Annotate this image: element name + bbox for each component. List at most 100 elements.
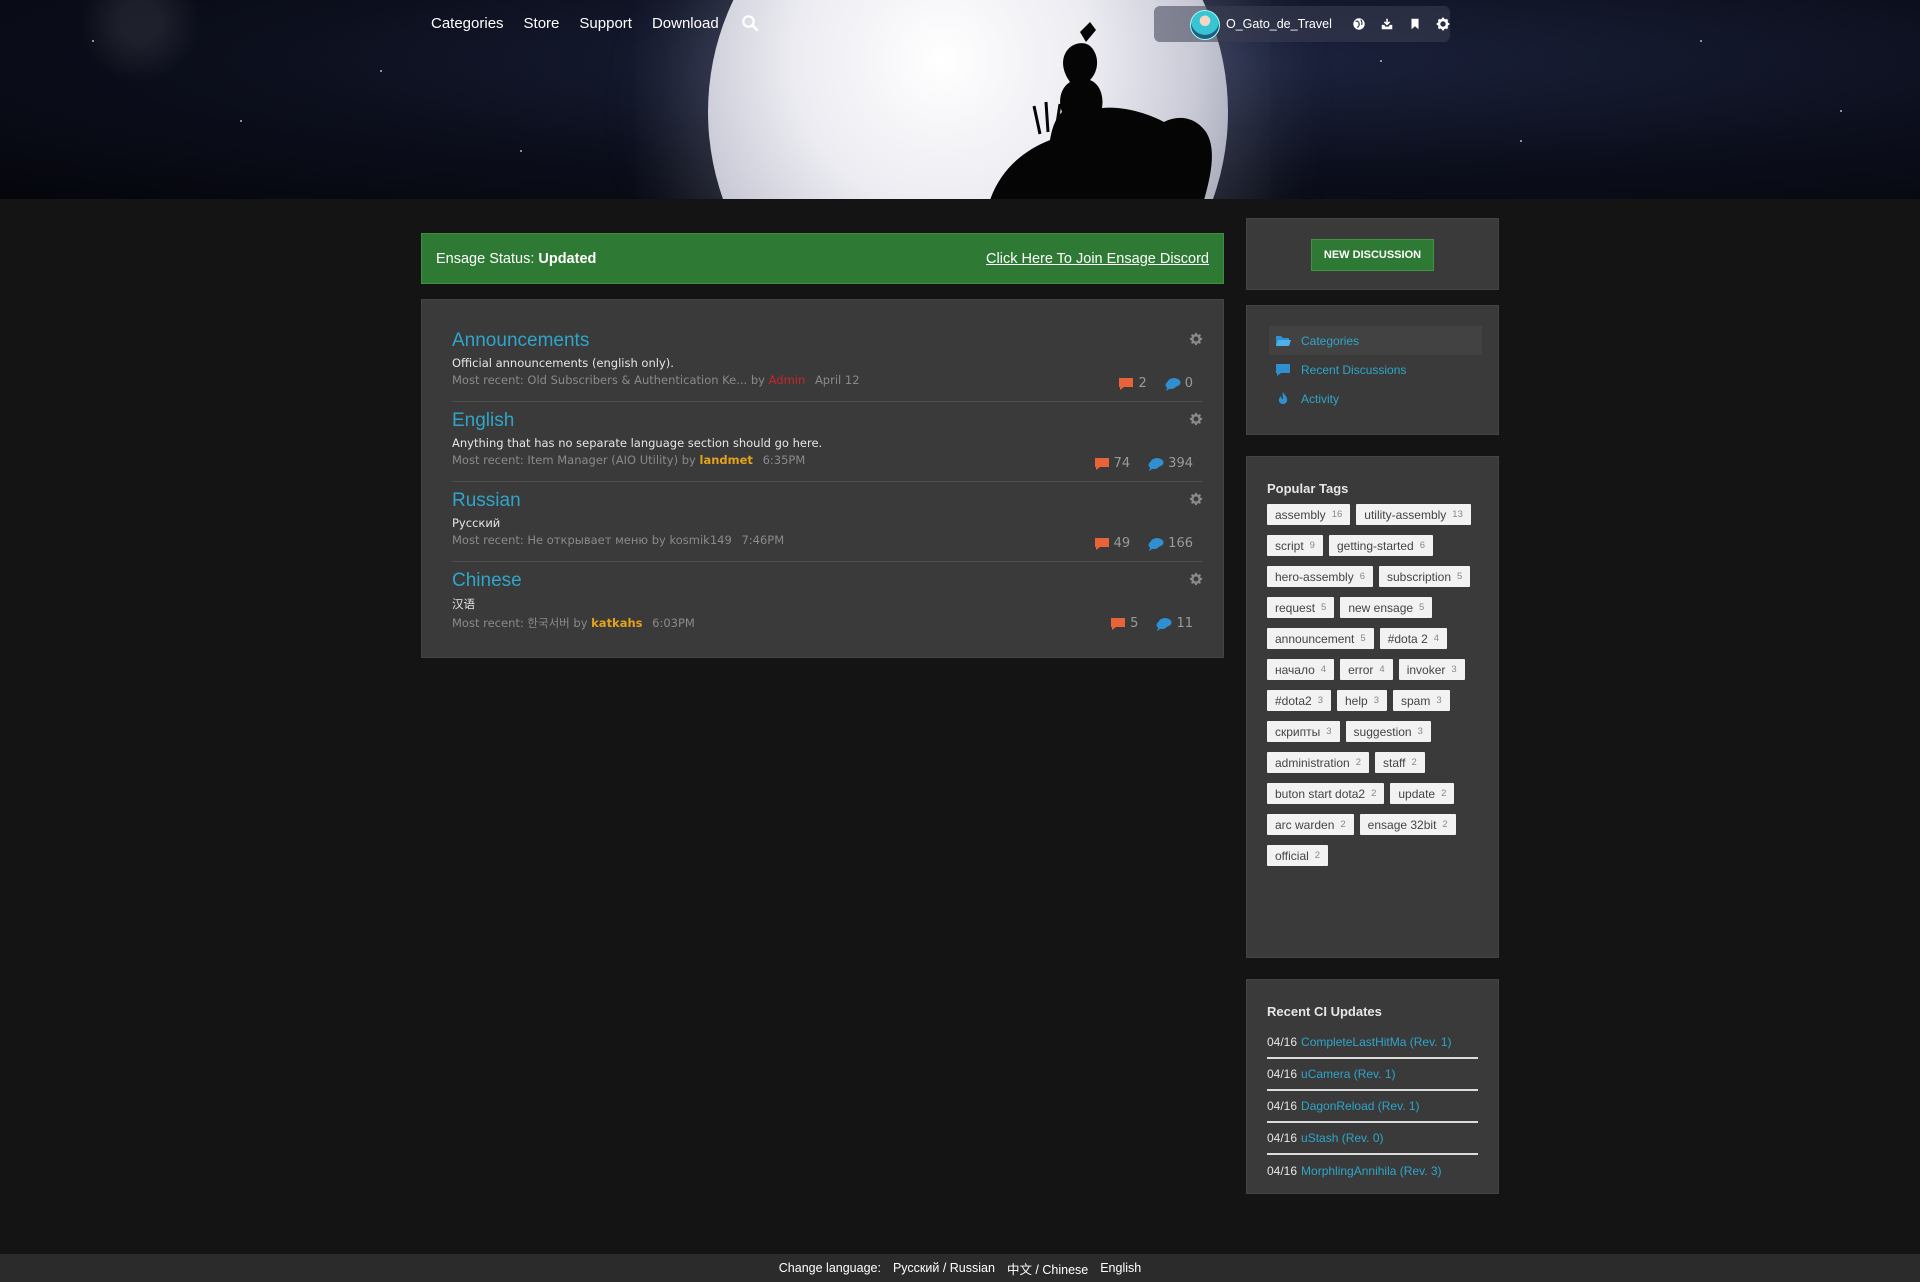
gear-icon[interactable]: [1436, 16, 1450, 32]
recent-discussion-link[interactable]: Item Manager (AIO Utility): [527, 453, 678, 467]
ci-update-date: 04/16: [1267, 1164, 1298, 1178]
recent-discussion-link[interactable]: Old Subscribers & Authentication Ke...: [527, 373, 747, 387]
ci-update-row: 04/16 CompleteLastHitMa (Rev. 1): [1267, 1027, 1478, 1059]
tag-chip[interactable]: getting-started 6: [1328, 535, 1433, 556]
tag-chip[interactable]: subscription 5: [1379, 566, 1471, 587]
recent-author[interactable]: kosmik149: [669, 533, 731, 547]
category-row: Announcements Official announcements (en…: [452, 322, 1203, 402]
tag-count: 5: [1321, 602, 1327, 613]
discussion-count: 74: [1113, 456, 1131, 471]
tag-chip[interactable]: new ensage 5: [1340, 597, 1433, 618]
category-title[interactable]: Announcements: [452, 330, 589, 352]
sidebar-item-label: Categories: [1301, 333, 1360, 348]
recent-ci-updates-panel: Recent CI Updates 04/16 CompleteLastHitMa…: [1246, 979, 1499, 1194]
nav-store[interactable]: Store: [524, 15, 560, 32]
tag-count: 2: [1340, 819, 1346, 830]
sidebar-item-activity[interactable]: Activity: [1275, 384, 1478, 413]
recent-author[interactable]: Admin: [769, 373, 806, 387]
recent-discussion-link[interactable]: Не открывает меню: [527, 533, 648, 547]
ci-updates-title: Recent CI Updates: [1267, 1004, 1382, 1019]
search-icon[interactable]: [741, 14, 759, 32]
comments-icon: [1148, 457, 1164, 471]
tag-chip[interactable]: ensage 32bit 2: [1359, 814, 1456, 835]
sidebar-menu: Categories Recent Discussions Activity: [1246, 305, 1499, 435]
tag-chip[interactable]: invoker 3: [1398, 659, 1465, 680]
ci-update-link[interactable]: MorphlingAnnihila (Rev. 3): [1301, 1164, 1442, 1178]
tag-chip[interactable]: buton start dota2 2: [1267, 783, 1385, 804]
username[interactable]: O_Gato_de_Travel: [1226, 17, 1332, 31]
tag-name: hero-assembly: [1275, 569, 1354, 584]
tag-chip[interactable]: announcement 5: [1267, 628, 1374, 649]
nav-categories[interactable]: Categories: [431, 15, 504, 32]
category-stats: 49 166: [1094, 536, 1193, 551]
tag-name: #dota 2: [1387, 631, 1428, 646]
bookmark-icon[interactable]: [1408, 16, 1422, 32]
ci-update-link[interactable]: uCamera (Rev. 1): [1301, 1067, 1395, 1081]
tag-chip[interactable]: hero-assembly 6: [1267, 566, 1373, 587]
tag-chip[interactable]: #dota2 3: [1267, 690, 1331, 711]
tag-chip[interactable]: скрипты 3: [1267, 721, 1340, 742]
tag-chip[interactable]: script 9: [1267, 535, 1323, 556]
tag-chip[interactable]: assembly 16: [1267, 504, 1351, 525]
recent-prefix: Most recent:: [452, 616, 524, 630]
discord-link[interactable]: Click Here To Join Ensage Discord: [986, 251, 1209, 267]
tag-chip[interactable]: staff 2: [1375, 752, 1425, 773]
category-options-gear-icon[interactable]: [1189, 492, 1203, 506]
language-chinese[interactable]: 中文 / Chinese: [1007, 1259, 1088, 1278]
globe-icon[interactable]: [1352, 16, 1366, 32]
tag-chip[interactable]: arc warden 2: [1267, 814, 1354, 835]
tag-chip[interactable]: administration 2: [1267, 752, 1369, 773]
tag-chip[interactable]: начало 4: [1267, 659, 1335, 680]
nav-support[interactable]: Support: [579, 15, 632, 32]
category-title[interactable]: English: [452, 410, 514, 432]
tag-chip[interactable]: #dota 2 4: [1379, 628, 1448, 649]
tag-name: ensage 32bit: [1367, 817, 1437, 832]
category-title[interactable]: Russian: [452, 490, 521, 512]
tag-name: help: [1345, 693, 1368, 708]
language-russian[interactable]: Русский / Russian: [893, 1261, 995, 1275]
ci-update-link[interactable]: CompleteLastHitMa (Rev. 1): [1301, 1035, 1452, 1049]
tag-chip[interactable]: utility-assembly 13: [1356, 504, 1471, 525]
tag-chip[interactable]: spam 3: [1392, 690, 1450, 711]
new-discussion-button[interactable]: NEW DISCUSSION: [1310, 239, 1435, 271]
category-title[interactable]: Chinese: [452, 570, 522, 592]
tag-name: administration: [1275, 755, 1350, 770]
comments-icon: [1165, 377, 1181, 391]
category-most-recent: Most recent: 한국서버 by katkahs 6:03PM: [452, 615, 1203, 631]
tag-chip[interactable]: error 4: [1340, 659, 1393, 680]
ci-update-link[interactable]: DagonReload (Rev. 1): [1301, 1099, 1420, 1113]
recent-prefix: Most recent:: [452, 373, 524, 387]
header-banner: [0, 0, 1920, 199]
tag-name: subscription: [1387, 569, 1452, 584]
star: [380, 70, 382, 72]
avatar[interactable]: [1190, 10, 1220, 40]
category-options-gear-icon[interactable]: [1189, 412, 1203, 426]
tag-count: 3: [1417, 726, 1423, 737]
tag-chip[interactable]: request 5: [1267, 597, 1335, 618]
ci-update-link[interactable]: uStash (Rev. 0): [1301, 1131, 1383, 1145]
tag-chip[interactable]: suggestion 3: [1345, 721, 1431, 742]
tag-name: script: [1275, 538, 1304, 553]
category-options-gear-icon[interactable]: [1189, 332, 1203, 346]
nav-download[interactable]: Download: [652, 15, 719, 32]
recent-prefix: Most recent:: [452, 453, 524, 467]
discussion-count: 5: [1130, 616, 1139, 631]
category-options-gear-icon[interactable]: [1189, 572, 1203, 586]
category-most-recent: Most recent: Old Subscribers & Authentic…: [452, 373, 1203, 387]
tag-chip[interactable]: update 2: [1390, 783, 1455, 804]
recent-author[interactable]: landmet: [700, 453, 753, 467]
tag-chip[interactable]: official 2: [1267, 845, 1329, 866]
recent-discussion-link[interactable]: 한국서버: [527, 616, 569, 630]
sidebar-item-categories[interactable]: Categories: [1269, 326, 1482, 355]
sidebar-item-recent-discussions[interactable]: Recent Discussions: [1275, 355, 1478, 384]
tag-name: buton start dota2: [1275, 786, 1366, 801]
user-bar: O_Gato_de_Travel: [1154, 6, 1450, 42]
tag-name: new ensage: [1348, 600, 1414, 615]
tag-count: 2: [1441, 788, 1447, 799]
language-english[interactable]: English: [1100, 1261, 1141, 1275]
tag-chip[interactable]: help 3: [1337, 690, 1387, 711]
recent-author[interactable]: katkahs: [591, 616, 642, 630]
inbox-icon[interactable]: [1380, 16, 1394, 32]
star: [1380, 60, 1382, 62]
change-language-label: Change language:: [778, 1261, 881, 1275]
